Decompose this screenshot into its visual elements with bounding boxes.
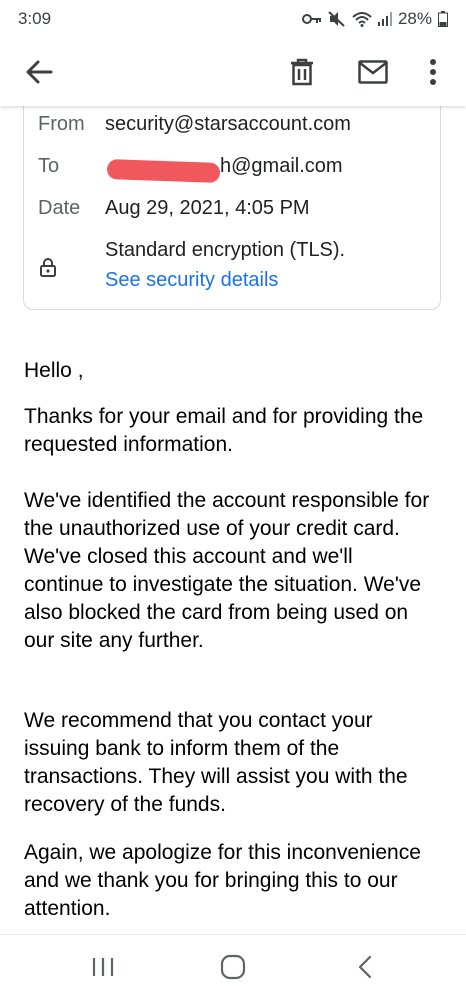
lock-icon — [40, 257, 56, 282]
signal-icon — [377, 12, 392, 26]
recents-icon — [92, 958, 114, 976]
redaction-mark — [106, 159, 221, 183]
nav-back-icon — [358, 955, 372, 979]
status-bar: 3:09 28% — [0, 0, 466, 38]
body-paragraph: Thanks for your email and for providing … — [24, 405, 424, 456]
more-options-button[interactable] — [409, 48, 457, 96]
back-arrow-icon — [26, 60, 53, 84]
message-details-card: From security@starsaccount.com To h@gmai… — [23, 86, 441, 310]
body-paragraph: We've identified the account responsible… — [24, 489, 430, 652]
mark-unread-icon — [358, 60, 388, 84]
to-label: To — [38, 155, 60, 177]
body-paragraph: Again, we apologize for this inconvenien… — [24, 841, 421, 920]
wifi-icon — [352, 11, 372, 27]
battery-icon — [438, 11, 448, 27]
delete-icon — [291, 58, 313, 86]
greeting: Hello , — [24, 359, 84, 382]
from-label: From — [38, 113, 85, 135]
home-button[interactable] — [213, 949, 253, 985]
recents-button[interactable] — [83, 949, 123, 985]
date-value: Aug 29, 2021, 4:05 PM — [105, 197, 310, 219]
muted-icon — [328, 11, 346, 27]
body-paragraph: We recommend that you contact your issui… — [24, 709, 408, 816]
security-details-link[interactable]: See security details — [105, 269, 278, 292]
battery-level: 28% — [397, 9, 432, 28]
encryption-text: Standard encryption (TLS). — [105, 239, 346, 261]
from-address: security@starsaccount.com — [105, 113, 351, 135]
key-icon — [301, 12, 322, 26]
system-nav-bar — [0, 934, 466, 1000]
back-button[interactable] — [15, 48, 63, 96]
status-icons: 28% — [301, 9, 448, 29]
delete-button[interactable] — [278, 48, 326, 96]
more-vert-icon — [430, 59, 436, 85]
to-address: h@gmail.com — [220, 155, 343, 177]
home-icon — [220, 954, 246, 980]
top-app-bar — [0, 38, 466, 106]
nav-back-button[interactable] — [345, 949, 385, 985]
mark-unread-button[interactable] — [349, 48, 397, 96]
date-label: Date — [38, 197, 81, 219]
status-time: 3:09 — [18, 9, 52, 28]
email-screen: 3:09 28% From security@starsaccount.com … — [0, 0, 466, 1000]
